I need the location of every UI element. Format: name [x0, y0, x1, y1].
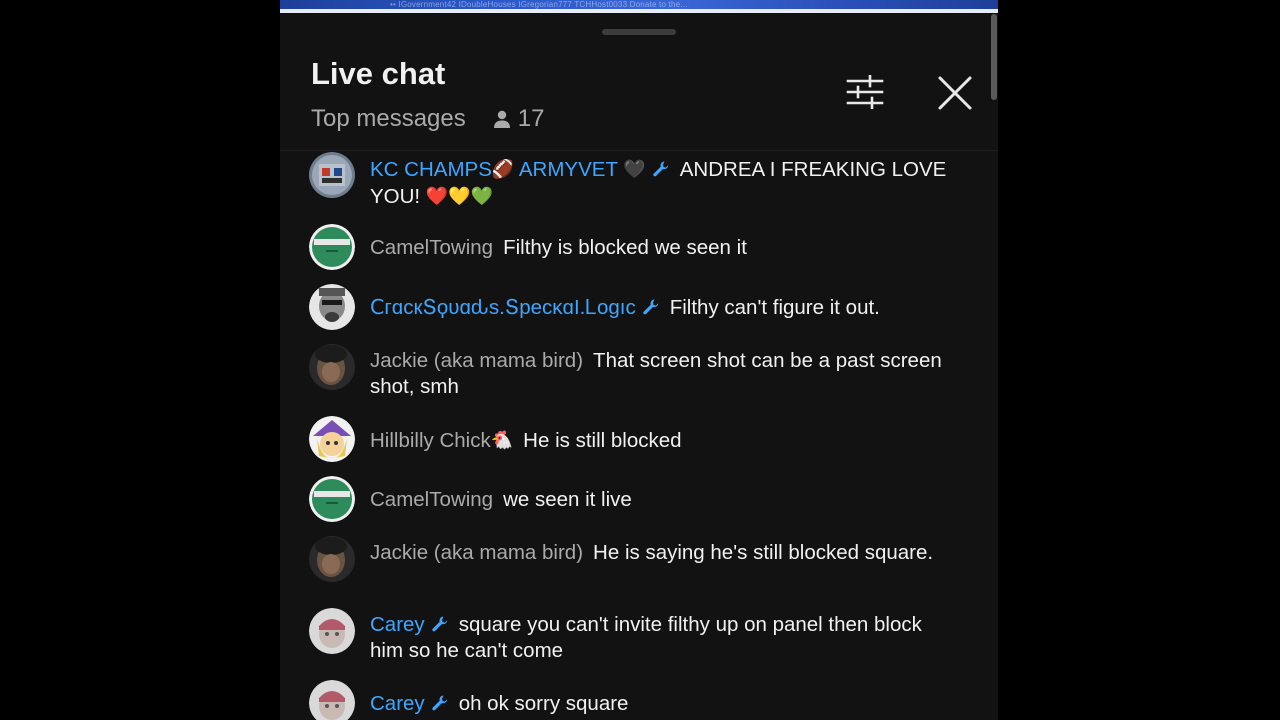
scrollbar[interactable]: [991, 14, 997, 100]
message-body: CamelTowing Filthy is blocked we seen it: [370, 235, 950, 261]
black-heart-emoji: 🖤: [623, 159, 646, 179]
filter-button[interactable]: [843, 72, 887, 112]
message-body: Carey oh ok sorry square: [370, 691, 950, 717]
message-text: He is still blocked: [523, 429, 682, 452]
message-text: Filthy is blocked we seen it: [503, 236, 747, 259]
sliders-icon: [846, 75, 884, 109]
message-text: we seen it live: [503, 488, 632, 511]
author-name-part: ARMYVET: [514, 158, 624, 181]
live-chat-panel: •• IGovernment42 IDoubleHouses IGregoria…: [280, 0, 998, 720]
author-name-text: ꓚгɑскՏϙυɑԃѕ.ՏресĸɑІ.Ꮮοɡıс: [370, 296, 636, 319]
avatar[interactable]: [309, 608, 355, 654]
author-name[interactable]: Carey: [370, 692, 449, 715]
wrench-icon: [643, 299, 658, 315]
message-text: Filthy can't figure it out.: [669, 296, 880, 319]
avatar[interactable]: [309, 476, 355, 522]
message-body: Jackie (aka mama bird) He is saying he's …: [370, 540, 950, 566]
football-emoji: 🏈: [491, 159, 515, 179]
avatar[interactable]: [309, 680, 355, 720]
avatar[interactable]: [309, 344, 355, 390]
author-name[interactable]: CamelTowing: [370, 236, 493, 259]
drag-handle[interactable]: [602, 29, 676, 35]
author-name[interactable]: Carey: [370, 613, 449, 636]
author-name[interactable]: Jackie (aka mama bird): [370, 349, 583, 372]
top-banner-edge: [280, 9, 998, 13]
author-name-text: Carey: [370, 692, 425, 715]
chat-mode-label[interactable]: Top messages: [311, 105, 466, 133]
chicken-emoji: 🐔: [490, 430, 514, 450]
avatar[interactable]: [309, 224, 355, 270]
author-name[interactable]: ꓚгɑскՏϙυɑԃѕ.ՏресĸɑІ.Ꮮοɡıс: [370, 296, 660, 319]
avatar[interactable]: [309, 284, 355, 330]
top-banner-strip: •• IGovernment42 IDoubleHouses IGregoria…: [280, 0, 998, 13]
message-body: ꓚгɑскՏϙυɑԃѕ.ՏресĸɑІ.Ꮮοɡıс Filthy can't fi…: [370, 295, 950, 321]
message-body: KC CHAMPS🏈 ARMYVET 🖤 ANDREA I FREAKING LO…: [370, 156, 950, 210]
wrench-icon: [432, 695, 447, 711]
author-name[interactable]: Jackie (aka mama bird): [370, 541, 583, 564]
person-icon: [493, 110, 510, 128]
panel-title: Live chat: [311, 56, 446, 91]
message-text: oh ok sorry square: [458, 692, 629, 715]
author-name[interactable]: KC CHAMPS🏈 ARMYVET 🖤: [370, 158, 670, 181]
header-divider: [280, 150, 998, 151]
author-name[interactable]: Hillbilly Chick🐔: [370, 429, 513, 452]
avatar[interactable]: [309, 152, 355, 198]
hearts-emoji: ❤️💛💚: [425, 186, 494, 206]
message-body: Carey square you can't invite filthy up o…: [370, 612, 950, 664]
message-body: Hillbilly Chick🐔 He is still blocked: [370, 427, 950, 454]
close-icon: [938, 76, 972, 110]
author-name-text: Carey: [370, 613, 425, 636]
top-banner-text: •• IGovernment42 IDoubleHouses IGregoria…: [390, 0, 688, 9]
author-name-part: KC CHAMPS: [370, 158, 492, 181]
avatar[interactable]: [309, 416, 355, 462]
viewer-count: 17: [517, 105, 545, 132]
author-name[interactable]: CamelTowing: [370, 488, 493, 511]
message-body: Jackie (aka mama bird) That screen shot c…: [370, 348, 950, 400]
close-button[interactable]: [934, 72, 976, 114]
wrench-icon: [653, 161, 668, 177]
chat-mode-row[interactable]: Top messages 17: [311, 104, 544, 134]
message-body: CamelTowing we seen it live: [370, 487, 950, 513]
message-text: square you can't invite filthy up on pan…: [370, 613, 922, 662]
message-text: He is saying he's still blocked square.: [593, 541, 934, 564]
author-name-text: Hillbilly Chick: [370, 429, 491, 452]
wrench-icon: [432, 616, 447, 632]
avatar[interactable]: [309, 536, 355, 582]
